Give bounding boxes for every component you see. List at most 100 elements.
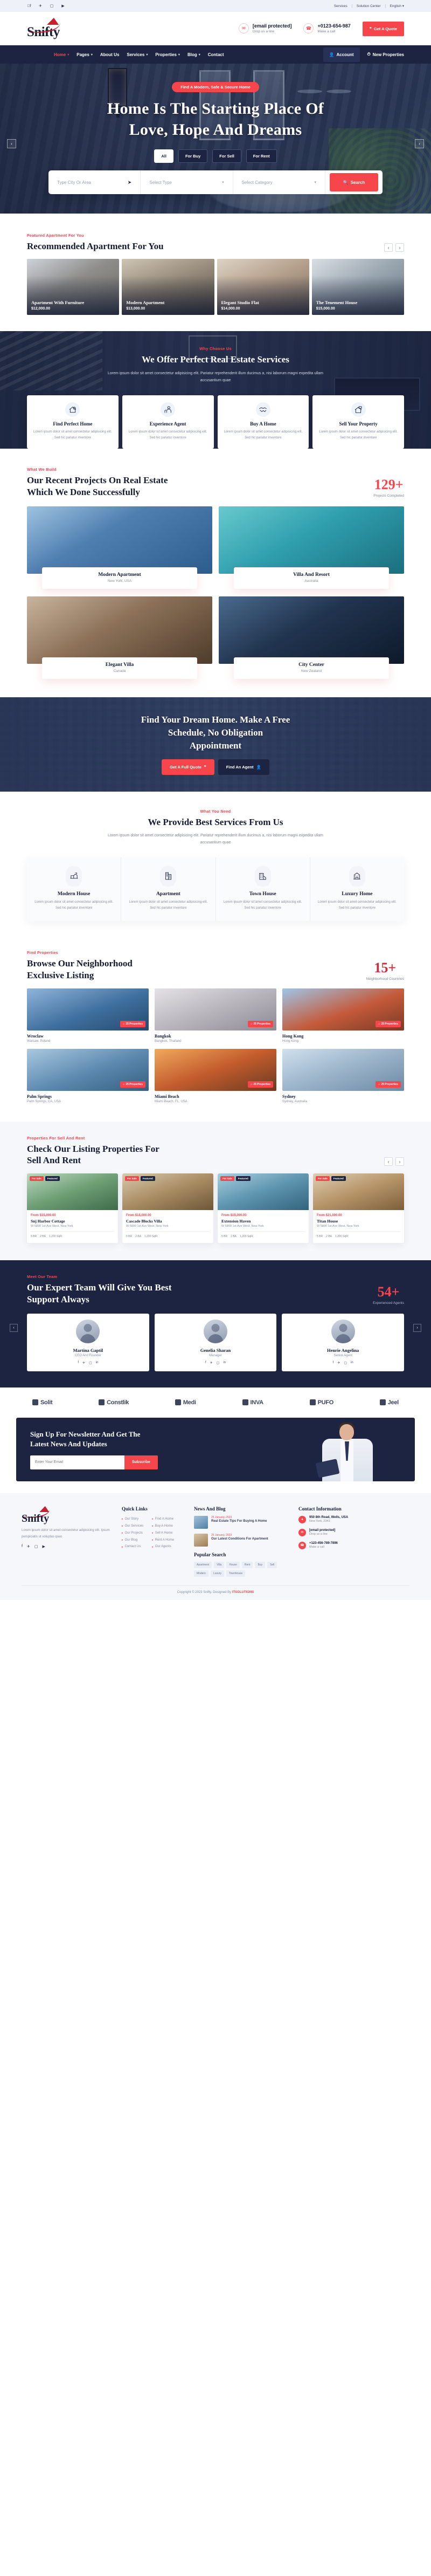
neighborhood-card[interactable]: ⌂ 25 Properties Hong Kong Hong Kong xyxy=(282,988,404,1043)
tag[interactable]: Townhouse xyxy=(226,1570,246,1577)
neighborhood-card[interactable]: ⌂ 25 Properties Bangkok Bangkok, Thailand xyxy=(155,988,276,1043)
nav-item-services[interactable]: Services ▾ xyxy=(127,52,148,57)
project-card[interactable]: Villa And Resort Australia xyxy=(219,506,404,589)
facebook-icon[interactable]: f xyxy=(27,4,31,8)
city-field[interactable]: Type City Or Area ➤ xyxy=(48,170,141,194)
neighborhood-card[interactable]: ⌂ 25 Properties Miami Beach Miami Beach, … xyxy=(155,1048,276,1103)
recommended-next-button[interactable]: › xyxy=(395,243,404,252)
get-full-quote-button[interactable]: Get A Full Quote ❞ xyxy=(162,759,214,775)
project-card[interactable]: Modern Apartment New York, USA xyxy=(27,506,212,589)
neighborhood-card[interactable]: ⌂ 25 Properties Palm Springs Palm Springs… xyxy=(27,1048,149,1103)
type-select[interactable]: Select Type ▾ xyxy=(141,170,233,194)
account-button[interactable]: 👤 Account xyxy=(323,47,360,62)
facebook-icon[interactable]: f xyxy=(333,1361,334,1365)
footer-link[interactable]: ▸ Our Blog xyxy=(122,1537,143,1544)
twitter-icon[interactable]: ✈ xyxy=(210,1361,213,1365)
service-card[interactable]: Buy A Home Lorem ipsum dolor sit amet co… xyxy=(217,395,309,449)
recommended-card[interactable]: Elegant Studio Flat $14,000.00 xyxy=(217,259,309,315)
find-an-agent-button[interactable]: Find An Agent 👤 xyxy=(218,759,269,775)
listing-card[interactable]: For Sale Featured From $21,000.00 Titan … xyxy=(313,1173,404,1244)
tab-for-buy[interactable]: For Buy xyxy=(178,149,208,163)
team-prev-button[interactable]: ‹ xyxy=(10,1324,18,1332)
brand-logo-item[interactable]: PUFO xyxy=(309,1399,333,1406)
footer-post[interactable]: 25 January, 2023 Real Estate Tips For Bu… xyxy=(194,1515,291,1529)
get-a-quote-button[interactable]: ❞ Get A Quote xyxy=(362,21,404,36)
nav-item-blog[interactable]: Blog ▾ xyxy=(187,52,200,57)
service-card[interactable]: Sell Your Property Lorem ipsum dolor sit… xyxy=(312,395,404,449)
footer-link[interactable]: ▸ Rent A Home xyxy=(152,1537,174,1544)
brand-logo-item[interactable]: INVA xyxy=(242,1399,263,1406)
nav-item-home[interactable]: Home ▾ xyxy=(54,52,69,57)
youtube-icon[interactable]: ▶ xyxy=(42,1544,45,1549)
provide-card[interactable]: Luxury Home Lorem ipsum dolor sit amet c… xyxy=(310,857,404,922)
search-button[interactable]: 🔍 Search xyxy=(329,173,378,191)
footer-contact-item[interactable]: ✉ [email protected] Drop us a line xyxy=(298,1528,401,1537)
brand-logo-item[interactable]: Jeel xyxy=(379,1399,399,1406)
subscribe-button[interactable]: Subscribe xyxy=(124,1455,158,1469)
provide-card[interactable]: Modern House Lorem ipsum dolor sit amet … xyxy=(27,857,122,922)
service-card[interactable]: Experience Agent Lorem ipsum dolor sit a… xyxy=(122,395,214,449)
header-email[interactable]: ✉ [email protected] Drop us a line xyxy=(238,23,291,34)
footer-link[interactable]: ▸ Buy A Home xyxy=(152,1523,174,1530)
nav-item-contact[interactable]: Contact xyxy=(208,52,224,57)
footer-link[interactable]: ▸ Our Agents xyxy=(152,1543,174,1550)
linkedin-icon[interactable]: in xyxy=(96,1361,99,1365)
neighborhood-card[interactable]: ⌂ 25 Properties Sydney Sydney, Australia xyxy=(282,1048,404,1103)
instagram-icon[interactable]: ▢ xyxy=(89,1361,92,1365)
recommended-card[interactable]: The Tenement House $15,000.00 xyxy=(311,259,404,315)
twitter-icon[interactable]: ✈ xyxy=(38,4,43,8)
facebook-icon[interactable]: f xyxy=(22,1544,23,1549)
nav-item-properties[interactable]: Properties ▾ xyxy=(155,52,180,57)
twitter-icon[interactable]: ✈ xyxy=(27,1544,30,1549)
tag[interactable]: Buy xyxy=(255,1561,266,1568)
topbar-link-solution-center[interactable]: Solution Center xyxy=(352,4,386,8)
tag[interactable]: Modern xyxy=(194,1570,208,1577)
recommended-card[interactable]: Modern Apartment $13,000.00 xyxy=(122,259,214,315)
brand-logo-item[interactable]: Constlik xyxy=(99,1399,129,1406)
team-member-card[interactable]: Martina Gaptil CEO And Founder f ✈ ▢ in xyxy=(27,1313,149,1371)
listing-card[interactable]: For Sale Featured From $19,000.00 Extens… xyxy=(218,1173,309,1244)
nav-item-about-us[interactable]: About Us xyxy=(100,52,120,57)
facebook-icon[interactable]: f xyxy=(205,1361,206,1365)
listing-card[interactable]: For Sale Featured From $15,000.00 Snj Ha… xyxy=(27,1173,118,1244)
provide-card[interactable]: Apartment Lorem ipsum dolor sit amet con… xyxy=(121,857,216,922)
footer-link[interactable]: ▸ Find A Home xyxy=(152,1516,174,1523)
linkedin-icon[interactable]: in xyxy=(223,1361,226,1365)
nav-item-pages[interactable]: Pages ▾ xyxy=(77,52,93,57)
listing-prev-button[interactable]: ‹ xyxy=(384,1157,393,1166)
new-properties-button[interactable]: ⏱ New Properties xyxy=(367,52,405,57)
linkedin-icon[interactable]: in xyxy=(351,1361,353,1365)
copyright-brand[interactable]: ITSOLUTIONS xyxy=(232,1591,254,1594)
tag[interactable]: House xyxy=(226,1561,240,1568)
youtube-icon[interactable]: ▶ xyxy=(61,4,65,8)
recommended-prev-button[interactable]: ‹ xyxy=(384,243,393,252)
instagram-icon[interactable]: ▢ xyxy=(344,1361,347,1365)
tag[interactable]: Luxury xyxy=(210,1570,224,1577)
project-card[interactable]: Elegant Villa Canada xyxy=(27,596,212,679)
newsletter-email-input[interactable] xyxy=(30,1455,124,1469)
topbar-link-services[interactable]: Services xyxy=(330,4,352,8)
instagram-icon[interactable]: ▢ xyxy=(34,1544,38,1549)
footer-contact-item[interactable]: ☎ +123-456-789-7896 Make a call xyxy=(298,1541,401,1550)
brand-logo-item[interactable]: Solit xyxy=(32,1399,53,1406)
footer-link[interactable]: ▸ Our Projects xyxy=(122,1530,143,1537)
tag[interactable]: Sell xyxy=(267,1561,277,1568)
tab-for-rent[interactable]: For Rent xyxy=(246,149,277,163)
project-card[interactable]: City Center New Zealand xyxy=(219,596,404,679)
language-selector[interactable]: English ▾ xyxy=(386,4,404,8)
instagram-icon[interactable]: ▢ xyxy=(217,1361,220,1365)
tab-all[interactable]: All xyxy=(154,149,173,163)
team-next-button[interactable]: › xyxy=(413,1324,421,1332)
tag[interactable]: Villa xyxy=(214,1561,225,1568)
tag[interactable]: Rent xyxy=(241,1561,253,1568)
category-select[interactable]: Select Category ▾ xyxy=(233,170,325,194)
brand-logo-item[interactable]: Medi xyxy=(175,1399,196,1406)
listing-next-button[interactable]: › xyxy=(395,1157,404,1166)
twitter-icon[interactable]: ✈ xyxy=(337,1361,340,1365)
footer-link[interactable]: ▸ Our Services xyxy=(122,1523,143,1530)
footer-logo[interactable]: Snifty xyxy=(22,1506,65,1524)
instagram-icon[interactable]: ▢ xyxy=(50,4,54,8)
footer-link[interactable]: ▸ Contact Us xyxy=(122,1543,143,1550)
listing-card[interactable]: For Sale Featured From $18,000.00 Cascad… xyxy=(122,1173,213,1244)
provide-card[interactable]: Town House Lorem ipsum dolor sit amet co… xyxy=(216,857,310,922)
